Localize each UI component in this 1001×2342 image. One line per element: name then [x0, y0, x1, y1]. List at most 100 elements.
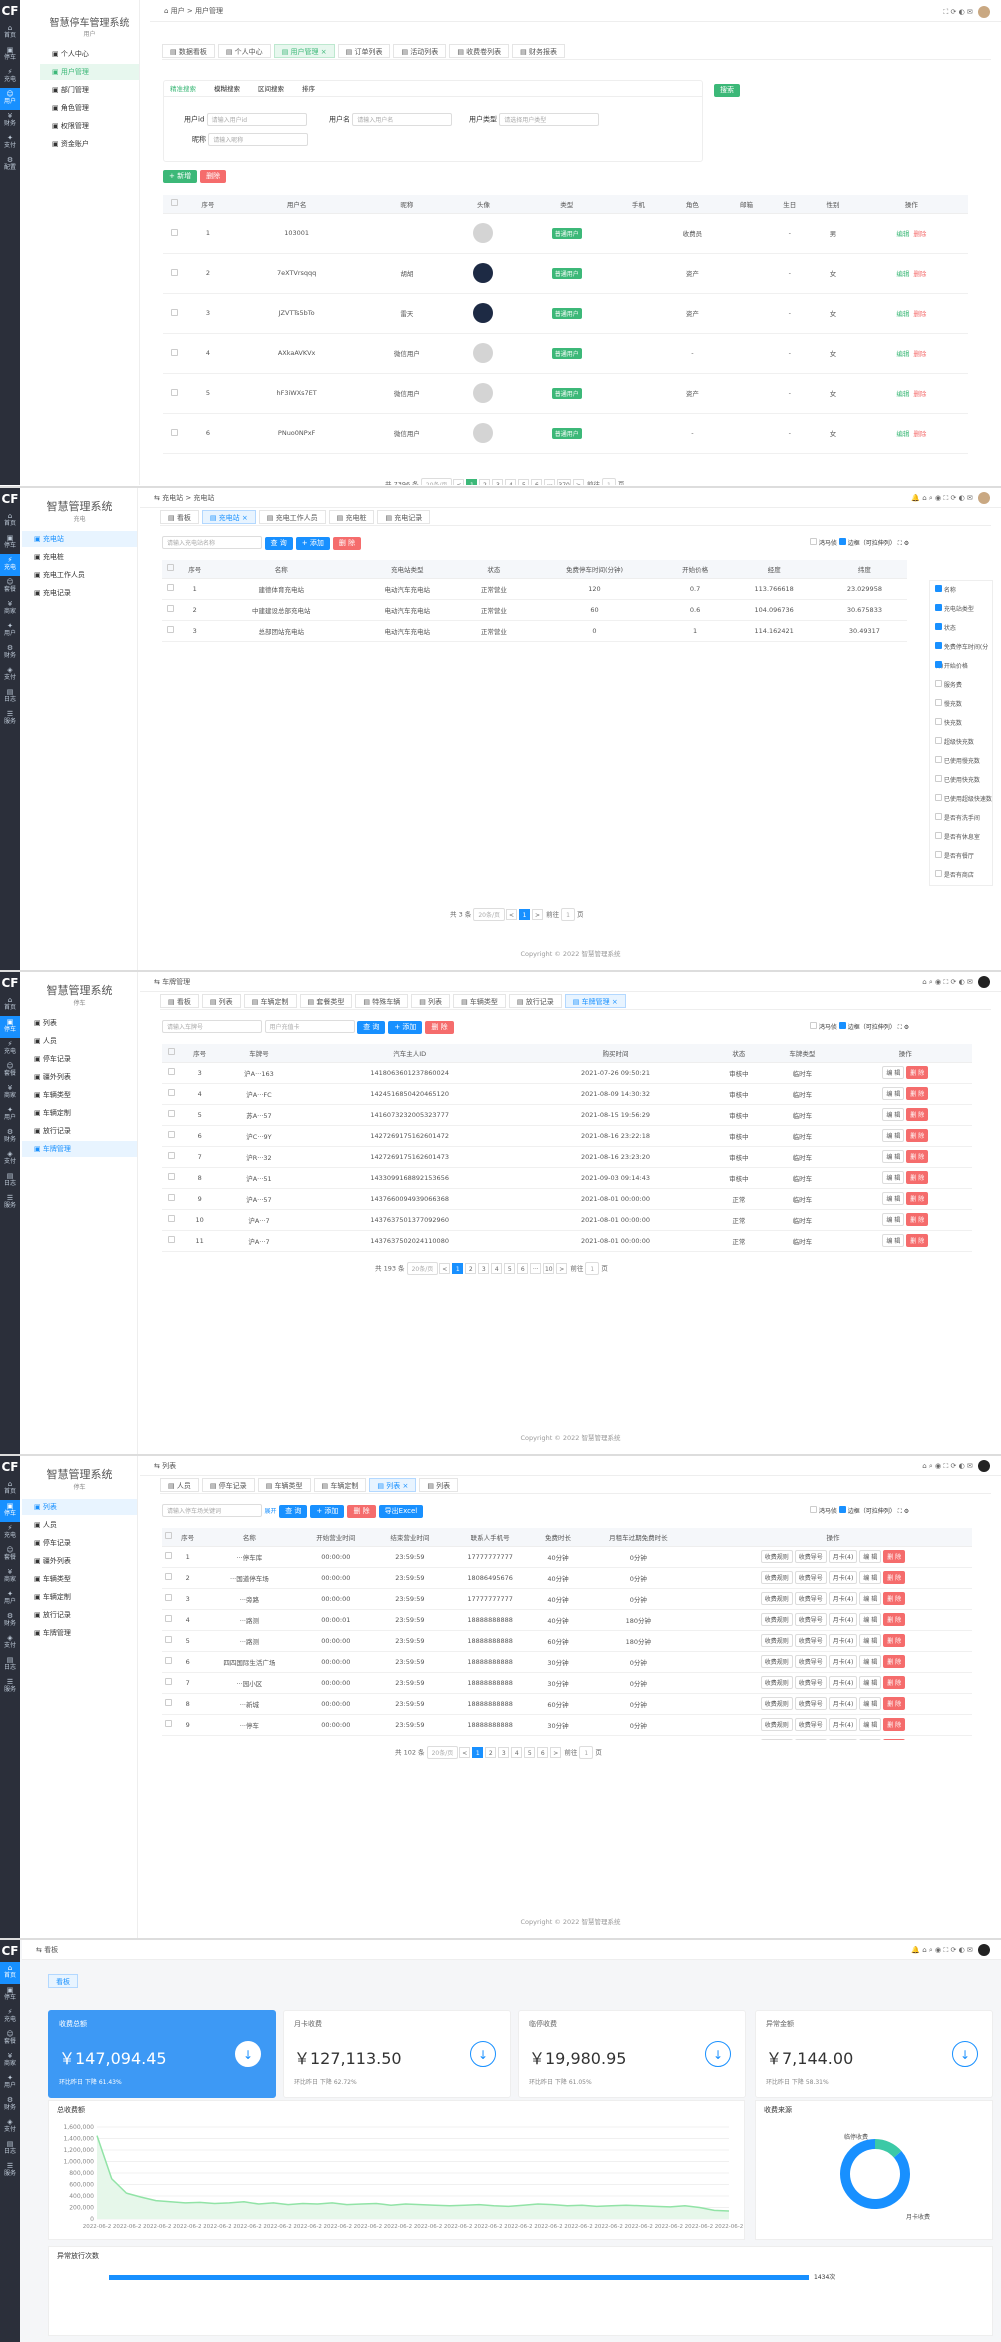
tab-item[interactable]: ▤ 列表 [411, 994, 451, 1008]
table-row[interactable]: 8 沪A···51 1433099168892153656 2021-09-03 09… [162, 1167, 972, 1189]
column-checkbox[interactable] [935, 870, 942, 877]
row-action-button[interactable]: 月卡(4) [828, 1655, 858, 1668]
add-button[interactable]: + 添加 [388, 1021, 423, 1034]
tab-item[interactable]: ▤ 数据看板 [162, 44, 215, 58]
submenu-item[interactable]: ▣ 疆外列表 [22, 1553, 137, 1569]
row-action-button[interactable]: 编 辑 [882, 1171, 905, 1184]
row-action-button[interactable]: 删 除 [883, 1676, 906, 1689]
tab-item[interactable]: ▤ 车牌管理 × [564, 994, 626, 1008]
row-checkbox[interactable] [162, 1230, 182, 1252]
submenu-item[interactable]: ▣ 车辆定制 [22, 1105, 137, 1121]
row-checkbox[interactable] [163, 373, 187, 414]
edit-link[interactable]: 编辑 [896, 270, 909, 278]
row-checkbox[interactable] [162, 1672, 176, 1694]
edit-link[interactable]: 编辑 [896, 390, 909, 398]
column-toggle[interactable]: 状态 [930, 619, 992, 638]
column-checkbox[interactable] [935, 756, 942, 763]
row-action-button[interactable]: 编 辑 [859, 1592, 882, 1605]
stripe-checkbox[interactable] [810, 538, 817, 545]
row-action-button[interactable]: 收费规则 [760, 1571, 793, 1584]
tab-item[interactable]: ▤ 收费卷列表 [449, 44, 510, 58]
row-action-button[interactable]: 删 除 [906, 1129, 929, 1142]
table-row[interactable]: 5 hF3iWXs7ET 微信用户 普通用户 资产 - 女编辑 删除 [163, 373, 968, 414]
row-action-button[interactable]: 删 除 [906, 1108, 929, 1121]
row-action-button[interactable]: 编 辑 [859, 1550, 882, 1563]
column-toggle[interactable]: 是否有餐厅 [930, 847, 992, 866]
submenu-item[interactable]: ▣ 车牌管理 [22, 1625, 137, 1641]
row-checkbox[interactable] [162, 1714, 176, 1736]
prev-page[interactable]: < [453, 478, 465, 485]
sidebar-item[interactable]: ☺ 套餐 [0, 1544, 20, 1566]
column-toggle[interactable]: 慢充数 [930, 695, 992, 714]
row-action-button[interactable]: 编 辑 [882, 1150, 905, 1163]
page-size-select[interactable]: 20条/页 [426, 1746, 459, 1759]
next-page[interactable]: > [532, 908, 544, 920]
page-number[interactable]: 2 [465, 1262, 477, 1274]
row-action-button[interactable]: 收费导号 [794, 1739, 827, 1740]
column-checkbox[interactable] [935, 642, 942, 649]
row-action-button[interactable]: 编 辑 [859, 1613, 882, 1626]
page-number[interactable]: 2 [485, 1746, 497, 1758]
row-checkbox[interactable] [163, 413, 187, 454]
delete-link[interactable]: 删除 [913, 270, 926, 278]
row-action-button[interactable]: 删 除 [883, 1571, 906, 1584]
tab-item[interactable]: ▤ 列表 [201, 994, 241, 1008]
column-checkbox[interactable] [935, 699, 942, 706]
sidebar-item[interactable]: ▣ 停车 [0, 1016, 20, 1038]
page-number[interactable]: 10 [543, 1262, 555, 1274]
column-checkbox[interactable] [935, 718, 942, 725]
delete-button[interactable]: 删除 [200, 170, 227, 183]
sidebar-item[interactable]: ⌂ 首页 [0, 994, 20, 1016]
tab-item[interactable]: ▤ 放行记录 [508, 994, 562, 1008]
row-action-button[interactable]: 月卡(4) [828, 1592, 858, 1605]
delete-button[interactable]: 删 除 [425, 1021, 454, 1034]
table-row[interactable]: 3 JZVTTs5bTo 雷天 普通用户 资产 - 女编辑 删除 [163, 293, 968, 334]
page-number[interactable]: 1 [472, 1746, 484, 1758]
sidebar-item[interactable]: ▤ 日志 [0, 1654, 20, 1676]
row-checkbox[interactable] [162, 599, 179, 621]
column-toggle[interactable]: 快充数 [930, 714, 992, 733]
row-action-button[interactable]: 编 辑 [859, 1676, 882, 1689]
row-action-button[interactable]: 编 辑 [882, 1066, 905, 1079]
submenu-item[interactable]: ▣ 车辆类型 [22, 1571, 137, 1587]
row-checkbox[interactable] [162, 1651, 176, 1673]
column-toggle[interactable]: 名称 [930, 581, 992, 600]
submenu-item[interactable]: ▣ 用户管理 [40, 64, 139, 80]
table-row[interactable]: 3 沪A···163 1418063601237860024 2021-07-26 0… [162, 1062, 972, 1084]
table-row[interactable]: 7 ···园小区 00:00:00 23:59:59 18888888888 30分钟 0分… [162, 1672, 972, 1694]
sidebar-item[interactable]: ✦ 用户 [0, 1588, 20, 1610]
plate-search-input[interactable]: 请输入车牌号 [162, 1020, 262, 1033]
column-toggle[interactable]: 是否有休息室 [930, 828, 992, 847]
next-page[interactable]: > [556, 1262, 568, 1274]
sidebar-item[interactable]: ☰ 服务 [0, 2160, 20, 2182]
column-checkbox[interactable] [935, 623, 942, 630]
submenu-item[interactable]: ▣ 人员 [22, 1517, 137, 1533]
row-checkbox[interactable] [163, 333, 187, 374]
row-action-button[interactable]: 删 除 [883, 1634, 906, 1647]
row-checkbox[interactable] [162, 1588, 176, 1610]
table-row[interactable]: 3 总部团站充电站 电动汽车充电站 正常营业 0 1 114.162421 30.49317 [162, 620, 907, 642]
page-number[interactable]: 2 [479, 478, 491, 485]
query-button[interactable]: 查 询 [264, 537, 293, 550]
row-action-button[interactable]: 收费导号 [794, 1697, 827, 1710]
column-checkbox[interactable] [935, 775, 942, 782]
page-number[interactable]: 5 [504, 1262, 516, 1274]
tab-item[interactable]: ▤ 人员 [160, 1478, 199, 1492]
export-button[interactable]: 导出Excel [378, 1505, 424, 1518]
row-action-button[interactable]: 收费导号 [794, 1550, 827, 1563]
row-checkbox[interactable] [162, 620, 179, 642]
row-action-button[interactable]: 收费规则 [760, 1697, 793, 1710]
page-number[interactable]: 3 [498, 1746, 510, 1758]
sidebar-item[interactable]: ⌂ 首页 [0, 1962, 20, 1984]
row-action-button[interactable]: 收费导号 [794, 1571, 827, 1584]
row-action-button[interactable]: 编 辑 [882, 1129, 905, 1142]
tab-item[interactable]: ▤ 用户管理 × [273, 44, 335, 58]
delete-link[interactable]: 删除 [913, 430, 926, 438]
sidebar-item[interactable]: ☺ 套餐 [0, 1060, 20, 1082]
table-row[interactable]: 3 ···旁路 00:00:00 23:59:59 17777777777 40分钟 0分钟… [162, 1588, 972, 1610]
row-action-button[interactable]: 删 除 [883, 1739, 906, 1740]
table-row[interactable]: 4 沪A···FC 1424516850420465120 2021-08-09 14… [162, 1083, 972, 1105]
row-action-button[interactable]: 月卡(4) [828, 1613, 858, 1626]
row-action-button[interactable]: 月卡(4) [828, 1739, 858, 1740]
table-row[interactable]: 6 PNuo0NPxF 微信用户 普通用户 - - 女编辑 删除 [163, 413, 968, 454]
